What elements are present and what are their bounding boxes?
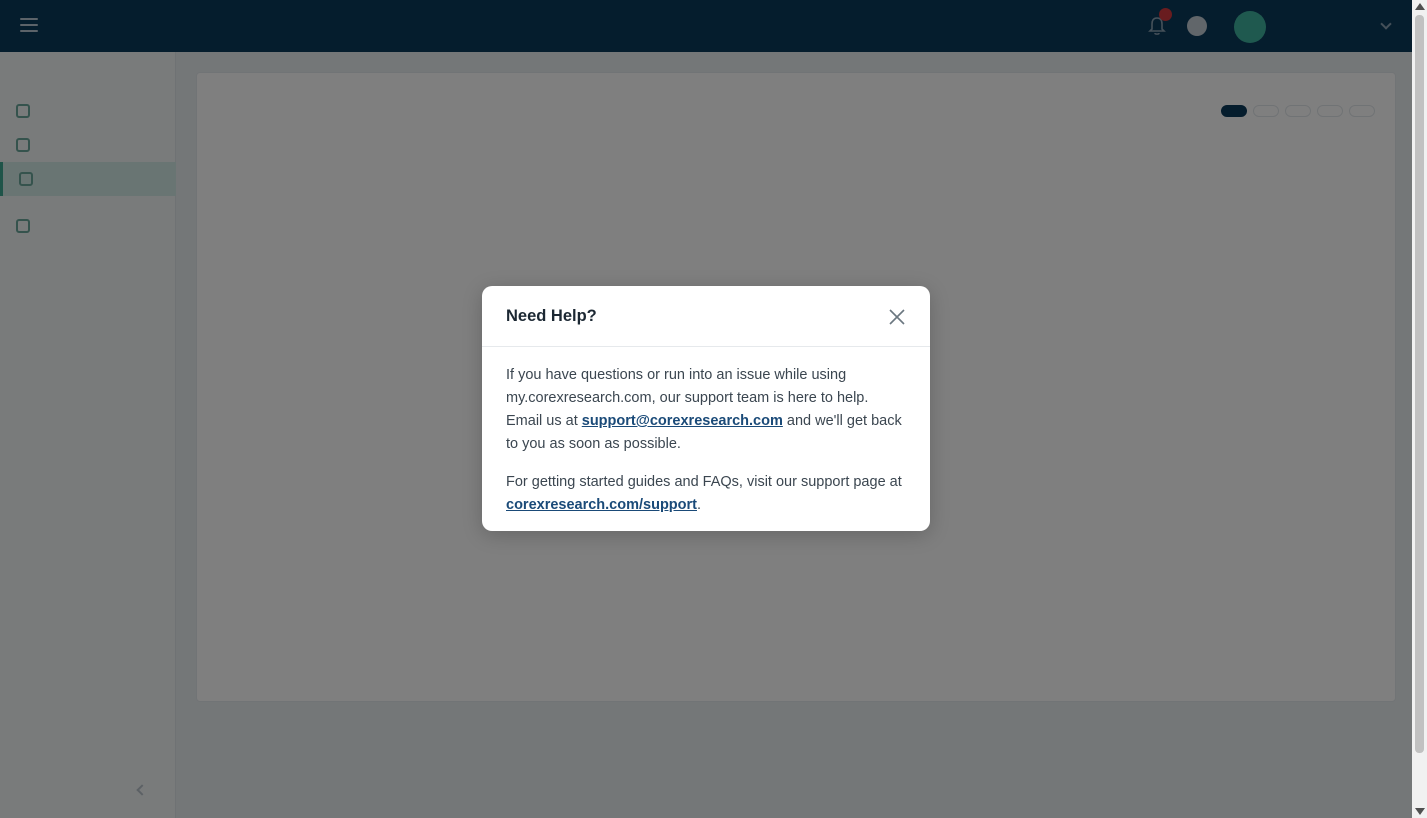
help-paragraph: For getting started guides and FAQs, vis…: [506, 471, 906, 517]
dialog-header: Need Help?: [482, 286, 930, 347]
help-text: .: [697, 497, 702, 513]
help-dialog: Need Help? If you have questions or run …: [482, 286, 930, 531]
close-icon[interactable]: [888, 308, 906, 326]
support-email-link[interactable]: support@corexresearch.com: [582, 413, 783, 429]
scroll-up-icon[interactable]: [1415, 3, 1425, 10]
support-page-link[interactable]: corexresearch.com/support: [506, 497, 697, 513]
dialog-title: Need Help?: [506, 307, 597, 325]
dialog-body: If you have questions or run into an iss…: [482, 347, 930, 517]
scroll-down-icon[interactable]: [1415, 808, 1425, 815]
help-paragraph: If you have questions or run into an iss…: [506, 364, 906, 456]
scrollbar[interactable]: [1412, 0, 1427, 818]
scrollbar-thumb[interactable]: [1415, 15, 1424, 753]
help-text: For getting started guides and FAQs, vis…: [506, 474, 902, 490]
